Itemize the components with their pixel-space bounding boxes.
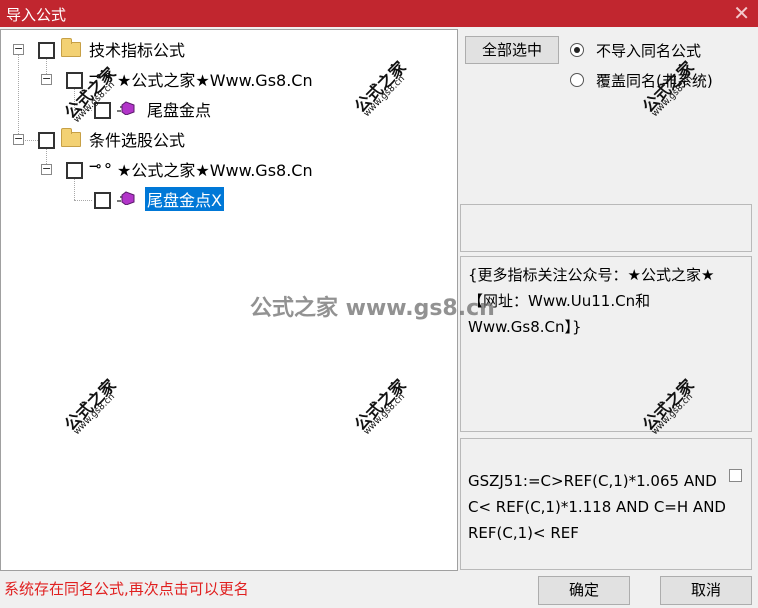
formula-text: GSZJ51:=C>REF(C,1)*1.065 AND C< REF(C,1)… [468, 472, 726, 542]
description-box: {更多指标关注公众号：★公式之家★ 【网址：Www.Uu11.Cn和Www.Gs… [460, 256, 752, 432]
tree-line [74, 200, 92, 201]
close-icon[interactable]: ✕ [733, 1, 750, 25]
title-bar: 导入公式 ✕ [0, 0, 758, 27]
radio-overwrite-same-name[interactable]: 覆盖同名(非系统) [570, 70, 750, 90]
cancel-button[interactable]: 取消 [660, 576, 752, 605]
status-message: 系统存在同名公式,再次点击可以更名 [4, 580, 249, 598]
radio-label: 覆盖同名(非系统) [596, 72, 713, 90]
formula-box[interactable]: GSZJ51:=C>REF(C,1)*1.065 AND C< REF(C,1)… [460, 438, 752, 570]
tree-line [74, 88, 75, 110]
radio-indicator[interactable] [570, 43, 584, 57]
expand-toggle-group-1[interactable]: − [41, 73, 52, 85]
radio-label: 不导入同名公式 [596, 42, 702, 60]
tree-line [74, 110, 92, 111]
folder-icon [61, 38, 81, 57]
info-box [460, 204, 752, 252]
tree-line [18, 50, 19, 140]
checkbox-group-2[interactable] [66, 162, 83, 179]
select-all-button[interactable]: 全部选中 [465, 36, 559, 64]
tree-node-group-1[interactable]: ★公式之家★Www.Gs8.Cn [117, 67, 313, 91]
folder-icon [61, 128, 81, 147]
checkbox-formula-2[interactable] [94, 192, 111, 209]
radio-indicator[interactable] [570, 73, 584, 87]
tree-node-screening[interactable]: 条件选股公式 [89, 127, 185, 151]
gem-icon [117, 101, 135, 115]
checkbox-group-1[interactable] [66, 72, 83, 89]
expand-toggle-screening[interactable]: − [13, 133, 24, 145]
checkbox-tech-indicators[interactable] [38, 42, 55, 59]
formula-tree[interactable]: − 技术指标公式 − ⊸⚬ ★公式之家★Www.Gs8.Cn 尾盘金点 − 条件… [0, 29, 458, 571]
checkbox-formula-1[interactable] [94, 102, 111, 119]
gem-icon [117, 191, 135, 205]
key-icon: ⊸⚬ [89, 157, 115, 175]
expand-toggle-group-2[interactable]: − [41, 163, 52, 175]
formula-checkbox[interactable] [729, 469, 742, 482]
radio-skip-same-name[interactable]: 不导入同名公式 [570, 40, 750, 60]
tree-node-formula-1[interactable]: 尾盘金点 [147, 97, 211, 121]
checkbox-screening[interactable] [38, 132, 55, 149]
tree-node-formula-2[interactable]: 尾盘金点X [145, 187, 224, 211]
tree-line [74, 178, 75, 200]
key-icon: ⊸⚬ [89, 67, 115, 85]
tree-node-group-2[interactable]: ★公式之家★Www.Gs8.Cn [117, 157, 313, 181]
tree-node-tech-indicators[interactable]: 技术指标公式 [89, 37, 185, 61]
description-text: {更多指标关注公众号：★公式之家★ 【网址：Www.Uu11.Cn和Www.Gs… [468, 266, 715, 336]
ok-button[interactable]: 确定 [538, 576, 630, 605]
window-title: 导入公式 [6, 6, 67, 24]
expand-toggle-tech[interactable]: − [13, 43, 24, 55]
